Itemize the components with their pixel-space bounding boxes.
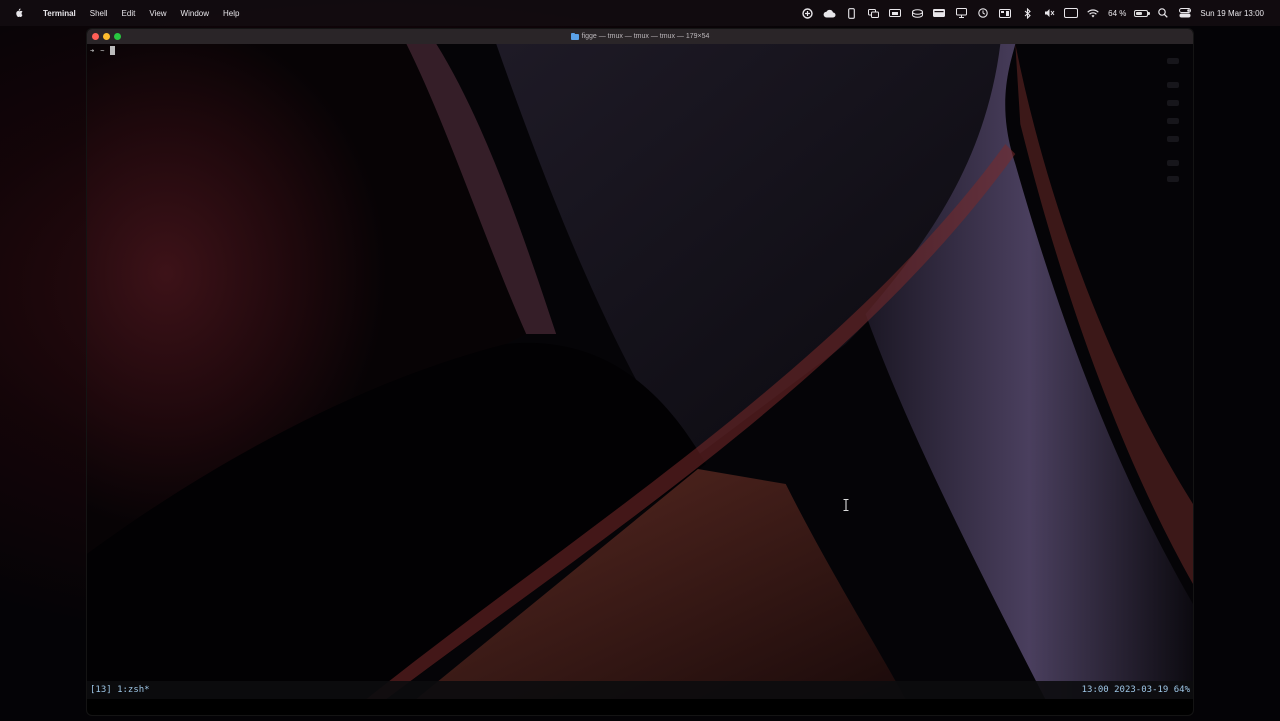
wifi-icon[interactable]: [1085, 7, 1101, 19]
input-source-icon[interactable]: [1063, 7, 1079, 19]
wallpaper-background: [87, 44, 1193, 699]
drive-icon[interactable]: [909, 7, 925, 19]
zoom-button[interactable]: [114, 33, 121, 40]
menu-window[interactable]: Window: [174, 9, 216, 18]
bluetooth-icon[interactable]: [1019, 7, 1035, 19]
title-bar[interactable]: figge — tmux — tmux — tmux — 179×54: [87, 29, 1193, 44]
text-cursor: [110, 46, 116, 55]
prompt-directory: ~: [100, 46, 105, 55]
menu-edit[interactable]: Edit: [115, 9, 143, 18]
network-activity-icon[interactable]: [799, 7, 815, 19]
window-title: figge — tmux — tmux — tmux — 179×54: [581, 33, 710, 40]
menu-bar-left: Terminal Shell Edit View Window Help: [0, 0, 246, 26]
window-title-group: figge — tmux — tmux — tmux — 179×54: [570, 32, 710, 40]
tmux-session-window[interactable]: [13] 1:zsh*: [90, 685, 150, 695]
folder-icon: [570, 32, 579, 40]
window-switcher-icon[interactable]: [865, 7, 881, 19]
control-center-icon[interactable]: [1177, 7, 1193, 19]
battery-percent: 64 %: [1108, 8, 1127, 18]
menu-bar-right: 64 % Sun 19 Mar 13:00: [796, 0, 1268, 26]
dashboard-icon[interactable]: [997, 7, 1013, 19]
menu-view[interactable]: View: [142, 9, 173, 18]
close-button[interactable]: [92, 33, 99, 40]
faded-widgets: [1159, 52, 1189, 192]
phone-icon[interactable]: [843, 7, 859, 19]
menu-clock[interactable]: Sun 19 Mar 13:00: [1200, 9, 1264, 18]
search-icon[interactable]: [1155, 7, 1171, 19]
minimize-button[interactable]: [103, 33, 110, 40]
prompt-arrow: ➜: [90, 46, 95, 55]
battery-fill: [1136, 11, 1143, 15]
menu-help[interactable]: Help: [216, 9, 246, 18]
apple-icon[interactable]: [0, 0, 36, 26]
display-mirror-icon[interactable]: [887, 7, 903, 19]
monitor-icon[interactable]: [953, 7, 969, 19]
tmux-datetime-battery: 13:00 2023-03-19 64%: [1081, 685, 1190, 695]
shell-prompt: ➜ ~: [90, 46, 116, 55]
desktop: Terminal Shell Edit View Window Help 64 …: [0, 0, 1280, 721]
menu-shell[interactable]: Shell: [83, 9, 115, 18]
tmux-status-bar: [13] 1:zsh* 13:00 2023-03-19 64%: [87, 681, 1193, 699]
traffic-lights: [92, 33, 121, 40]
terminal-content[interactable]: ➜ ~ [13] 1:zsh* 13:00 2023-03-19 64%: [87, 44, 1193, 699]
clock-icon[interactable]: [975, 7, 991, 19]
menu-app-terminal[interactable]: Terminal: [36, 9, 83, 18]
menu-bar: Terminal Shell Edit View Window Help 64 …: [0, 0, 1280, 26]
battery-icon[interactable]: [1134, 9, 1151, 17]
cloud-icon[interactable]: [821, 7, 837, 19]
ibeam-cursor-icon: [843, 499, 849, 511]
mute-icon[interactable]: [1041, 7, 1057, 19]
terminal-window: figge — tmux — tmux — tmux — 179×54 ➜ ~ …: [86, 28, 1194, 716]
card-icon[interactable]: [931, 7, 947, 19]
